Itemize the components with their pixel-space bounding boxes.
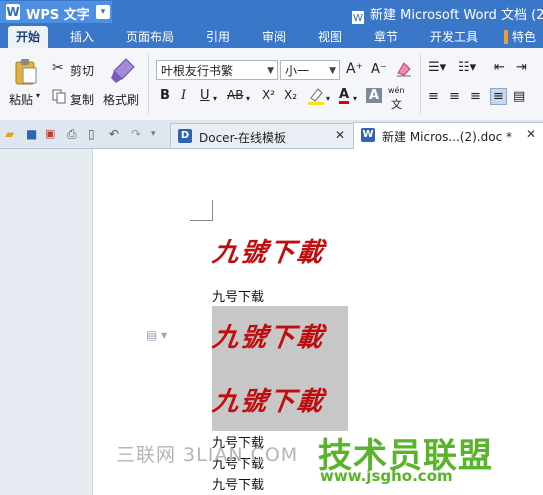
ribbon-toolbar — [0, 48, 543, 121]
copy-icon[interactable] — [52, 89, 66, 104]
numbering-icon[interactable]: ☷▾ — [458, 60, 476, 75]
bold-button[interactable]: B — [160, 88, 170, 103]
watermark-url: www.jsgho.com — [320, 467, 453, 485]
font-color-button[interactable]: A — [339, 88, 350, 104]
chevron-down-icon: ▼ — [267, 66, 274, 76]
subscript-button[interactable]: X₂ — [284, 88, 297, 102]
pdf-icon[interactable]: ▣ — [45, 127, 55, 140]
calligraphy-text: 九號下載 — [210, 387, 327, 417]
menu-bar: 开始 插入 页面布局 引用 审阅 视图 章节 开发工具 特色 — [0, 24, 543, 51]
tab-page-layout[interactable]: 页面布局 — [126, 28, 174, 45]
char-shading-button[interactable]: A — [366, 88, 383, 103]
highlight-dropdown-icon[interactable]: ▾ — [326, 94, 330, 103]
calligraphy-text: 九號下載 — [210, 323, 327, 353]
left-gutter — [0, 149, 92, 495]
tab-section[interactable]: 章节 — [374, 28, 398, 45]
underline-button[interactable]: U — [200, 88, 210, 103]
app-name: WPS 文字 — [26, 8, 90, 23]
strikethrough-button[interactable]: AB — [227, 88, 243, 102]
doc-tab-docer[interactable]: D Docer-在线模板 ✕ — [170, 123, 355, 148]
tab-developer[interactable]: 开发工具 — [430, 28, 478, 45]
underline-dropdown-icon[interactable]: ▾ — [213, 94, 217, 103]
wps-logo-icon: W — [6, 4, 20, 20]
decrease-indent-icon[interactable]: ⇤ — [494, 60, 505, 75]
shrink-font-button[interactable]: A⁻ — [371, 62, 387, 77]
cut-button[interactable]: 剪切 — [70, 62, 94, 79]
print-icon[interactable]: ⎙ — [67, 127, 77, 142]
italic-button[interactable]: I — [181, 88, 186, 103]
redo-icon[interactable]: ↷ — [131, 127, 141, 141]
docer-icon: D — [178, 129, 192, 143]
justify-icon[interactable]: ≡ — [490, 88, 507, 105]
tab-special-features[interactable]: 特色 — [504, 28, 536, 45]
text-line: 九号下载 — [212, 290, 265, 305]
brush-icon[interactable] — [110, 57, 136, 85]
doc-tab-label: 新建 Micros...(2).doc * — [382, 130, 512, 144]
paste-button[interactable]: 粘贴 — [9, 91, 33, 108]
paste-dropdown-icon[interactable]: ▾ — [36, 91, 40, 100]
font-size-value: 小一 — [285, 64, 310, 78]
superscript-button[interactable]: X² — [262, 88, 275, 102]
ribbon-divider — [148, 54, 149, 114]
calligraphy-text: 九號下載 — [210, 238, 327, 268]
doc-tab-label: Docer-在线模板 — [199, 131, 287, 145]
close-icon[interactable]: ✕ — [335, 128, 345, 142]
clear-format-icon[interactable] — [395, 60, 413, 78]
font-name-value: 叶根友行书繁 — [161, 64, 234, 78]
chevron-down-icon[interactable]: ▾ — [96, 5, 110, 19]
special-features-icon — [504, 30, 508, 44]
increase-indent-icon[interactable]: ⇥ — [516, 60, 527, 75]
watermark-sanlian: 三联网 3LIAN.COM — [116, 444, 299, 466]
scissors-icon[interactable]: ✂ — [52, 60, 64, 76]
ribbon-divider — [420, 54, 421, 114]
margin-marker — [212, 200, 213, 221]
tab-special-label: 特色 — [512, 30, 537, 44]
tab-references[interactable]: 引用 — [206, 28, 230, 45]
app-menu-button[interactable]: W WPS 文字 ▾ — [0, 1, 112, 23]
window-title: W 新建 Microsoft Word 文档 (2).d — [352, 4, 543, 26]
align-right-icon[interactable]: ≡ — [470, 89, 481, 104]
phonetic-guide-button[interactable]: wén — [388, 86, 405, 95]
font-color-dropdown-icon[interactable]: ▾ — [353, 94, 357, 103]
doc-tab-active[interactable]: W 新建 Micros...(2).doc * ✕ — [353, 122, 543, 149]
quick-access-dropdown-icon[interactable]: ▾ — [151, 129, 156, 139]
format-painter-button[interactable]: 格式刷 — [103, 91, 139, 108]
align-left-icon[interactable]: ≡ — [428, 89, 439, 104]
tab-review[interactable]: 审阅 — [262, 28, 286, 45]
paste-icon[interactable] — [14, 58, 38, 86]
strikethrough-dropdown-icon[interactable]: ▾ — [246, 94, 250, 103]
tab-insert[interactable]: 插入 — [70, 28, 94, 45]
tab-view[interactable]: 视图 — [318, 28, 342, 45]
font-size-select[interactable]: 小一 ▼ — [280, 60, 340, 80]
word-doc-icon: W — [361, 128, 375, 142]
distributed-align-icon[interactable]: ▤ — [513, 89, 525, 104]
bullets-icon[interactable]: ☰▾ — [428, 60, 446, 75]
preview-icon[interactable]: ▯ — [88, 127, 95, 141]
grow-font-button[interactable]: A⁺ — [346, 61, 363, 77]
undo-icon[interactable]: ↶ — [109, 127, 119, 141]
text-line: 九号下载 — [212, 478, 265, 493]
phonetic-glyph: 文 — [391, 98, 402, 111]
close-icon[interactable]: ✕ — [526, 127, 536, 141]
align-center-icon[interactable]: ≡ — [449, 89, 460, 104]
folder-icon[interactable]: ▰ — [5, 127, 14, 141]
font-name-select[interactable]: 叶根友行书繁 ▼ — [156, 60, 278, 80]
paragraph-icon[interactable]: ▤ ▾ — [146, 328, 167, 342]
save-icon[interactable]: ■ — [26, 127, 37, 141]
highlight-icon[interactable] — [306, 86, 326, 106]
window-title-text: 新建 Microsoft Word 文档 (2).d — [370, 8, 543, 23]
margin-marker — [190, 220, 212, 221]
chevron-down-icon: ▼ — [329, 66, 336, 76]
copy-button[interactable]: 复制 — [70, 91, 94, 108]
